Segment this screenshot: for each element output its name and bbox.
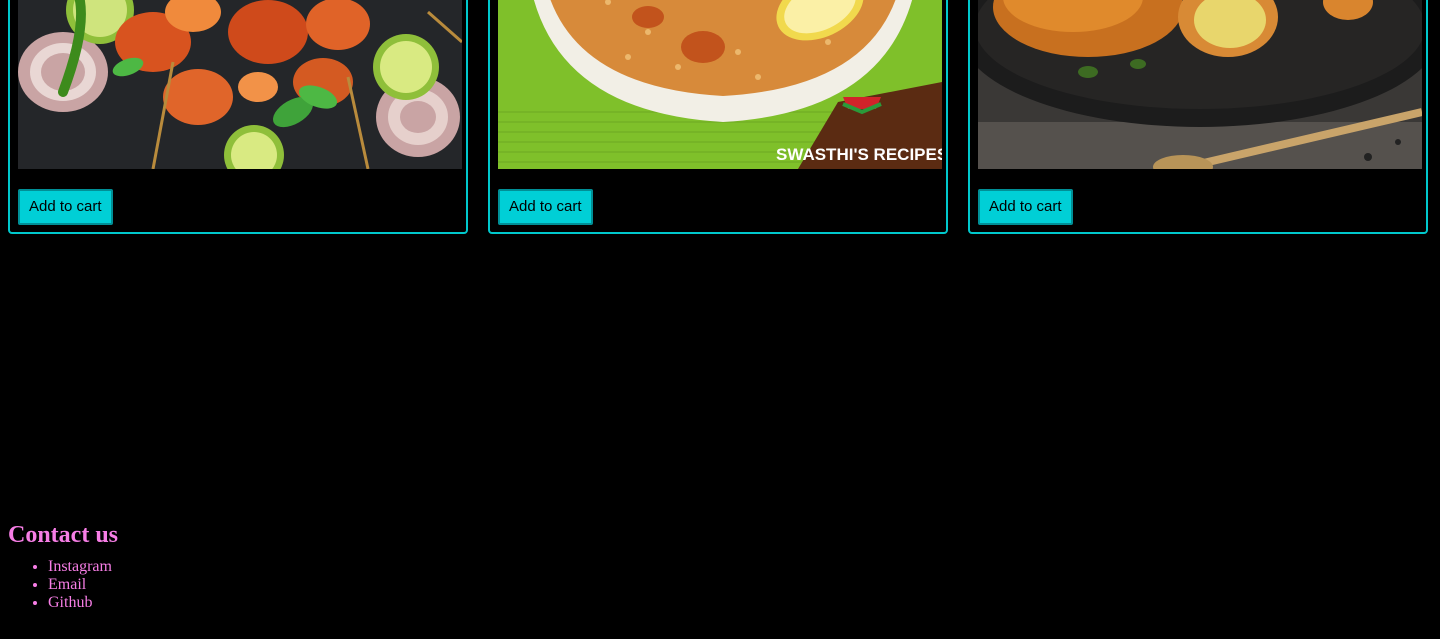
contact-link-github[interactable]: Github: [48, 594, 118, 612]
product-image: [978, 0, 1422, 169]
product-card: Add to cart: [8, 0, 468, 234]
product-image: [18, 0, 462, 169]
contact-link-instagram[interactable]: Instagram: [48, 558, 118, 576]
product-card: SWASTHI'S RECIPES Add to cart: [488, 0, 948, 234]
image-watermark: SWASTHI'S RECIPES: [776, 145, 942, 164]
email-link[interactable]: Email: [48, 576, 86, 593]
contact-links: Instagram Email Github: [8, 558, 118, 612]
contact-link-email[interactable]: Email: [48, 576, 118, 594]
add-to-cart-button[interactable]: Add to cart: [18, 189, 113, 225]
github-link[interactable]: Github: [48, 594, 92, 611]
product-card: Add to cart: [968, 0, 1428, 234]
contact-heading: Contact us: [8, 522, 119, 548]
instagram-link[interactable]: Instagram: [48, 558, 112, 575]
product-image: SWASTHI'S RECIPES: [498, 0, 942, 169]
contact-section: Contact us Instagram Email Github: [8, 516, 118, 612]
add-to-cart-button[interactable]: Add to cart: [978, 189, 1073, 225]
add-to-cart-button[interactable]: Add to cart: [498, 189, 593, 225]
